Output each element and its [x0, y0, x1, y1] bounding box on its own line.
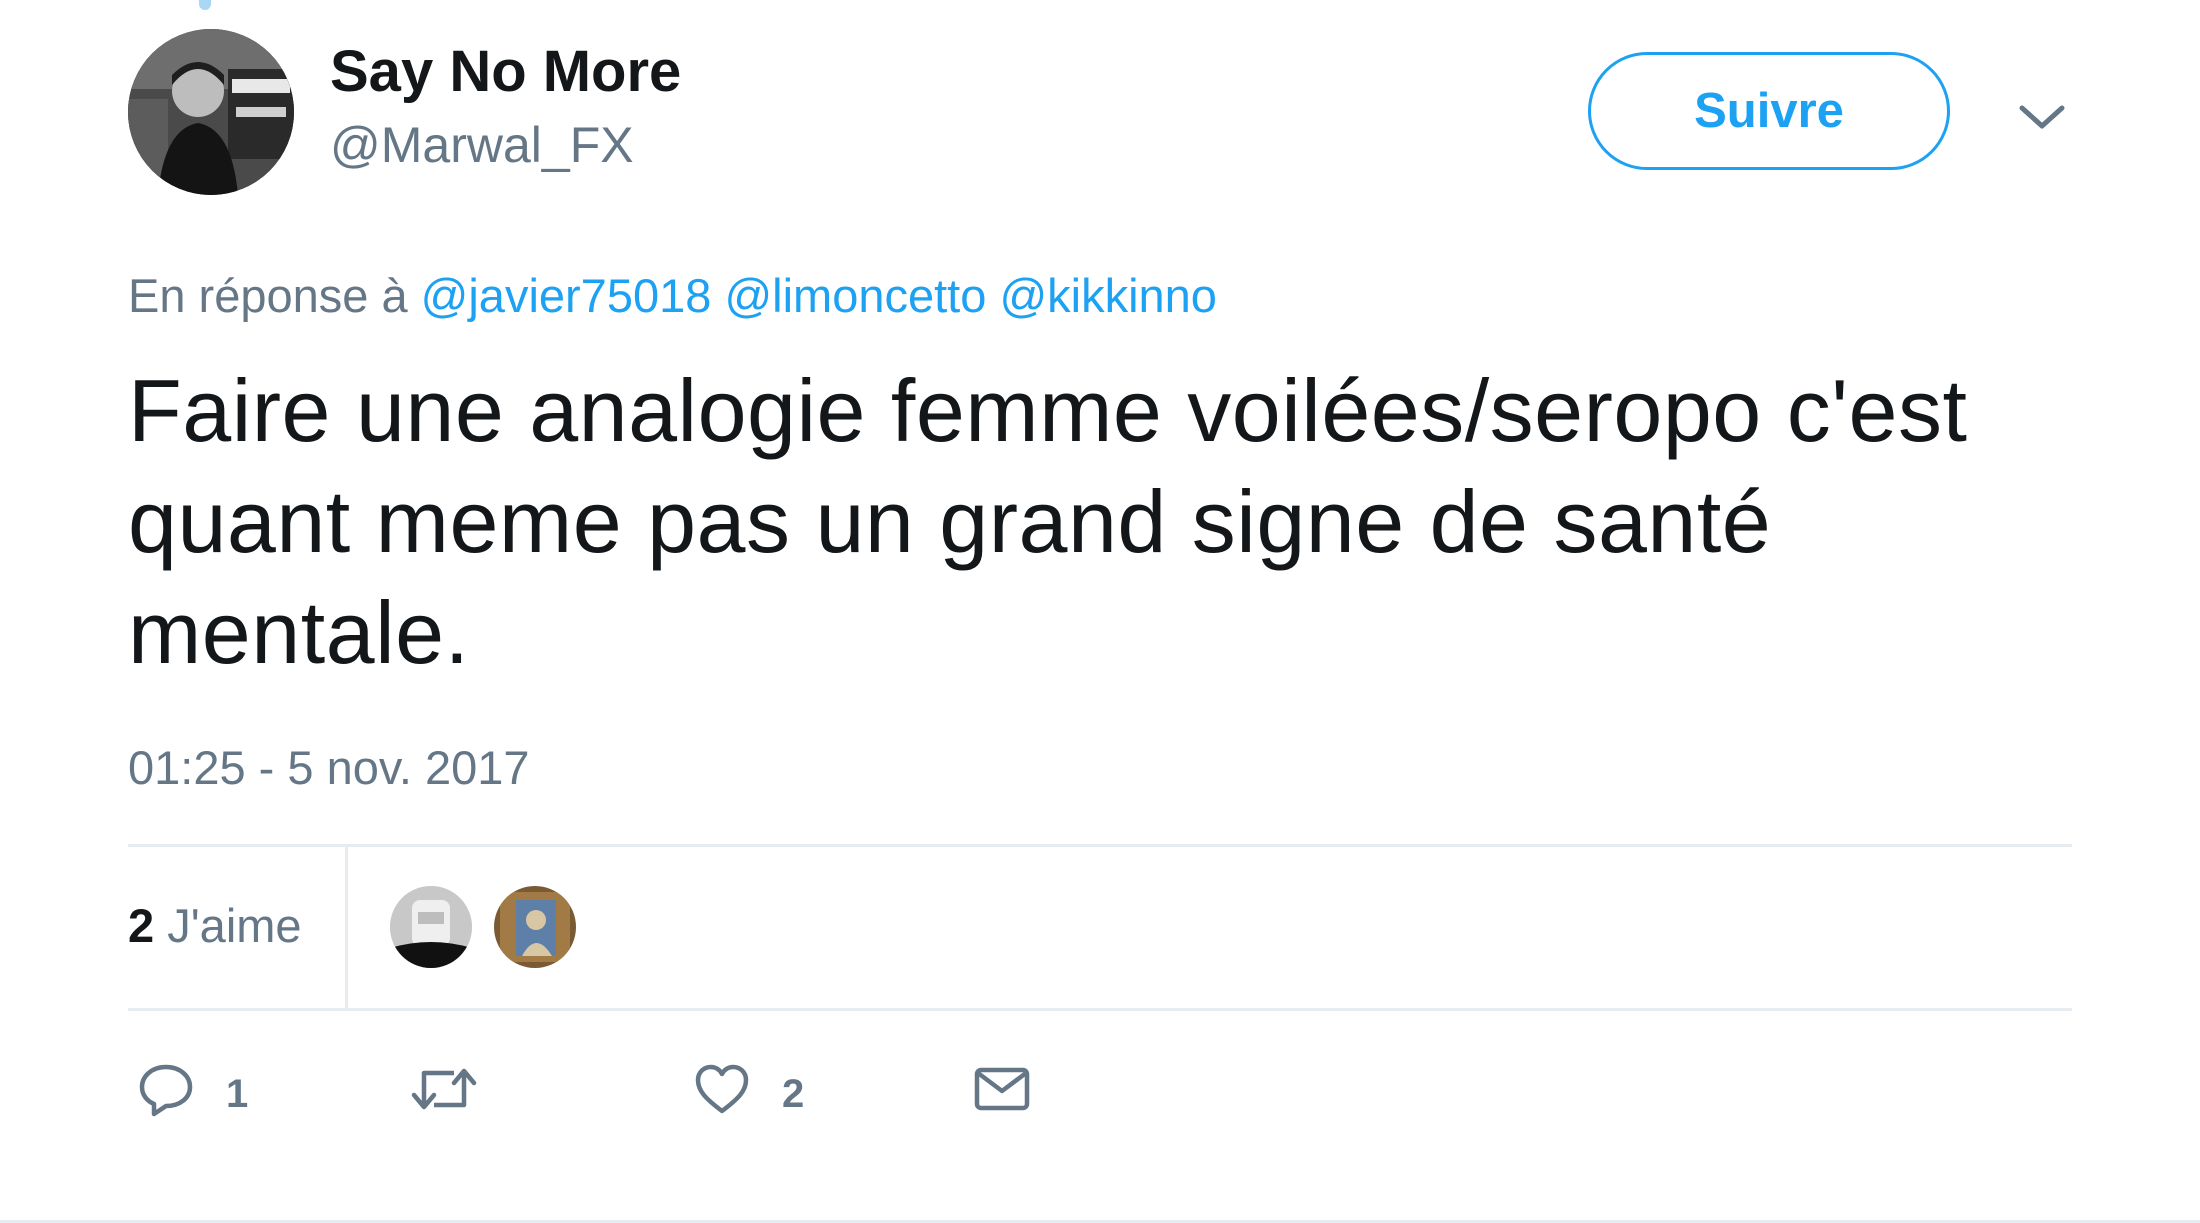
liker-avatar[interactable]	[494, 886, 576, 968]
likes-stat[interactable]: 2 J'aime	[128, 898, 302, 953]
liker-avatar-photo	[494, 886, 576, 968]
follow-button[interactable]: Suivre	[1588, 52, 1950, 170]
envelope-icon	[972, 1059, 1032, 1119]
divider	[128, 844, 2072, 847]
reply-icon	[136, 1059, 196, 1119]
likes-count: 2	[128, 899, 155, 952]
liker-avatar-photo	[390, 886, 472, 968]
mention-link[interactable]: @kikkinno	[999, 269, 1217, 322]
likes-label: J'aime	[167, 899, 302, 952]
reply-context-prefix: En réponse à	[128, 269, 408, 322]
like-count: 2	[782, 1071, 805, 1116]
chevron-down-icon[interactable]	[2014, 88, 2070, 144]
like-button[interactable]: 2	[692, 1054, 804, 1124]
divider	[128, 1008, 2072, 1011]
thread-connector	[199, 0, 211, 10]
tweet-text: Faire une analogie femme voilées/seropo …	[128, 361, 1968, 682]
reply-context: En réponse à @javier75018 @limoncetto @k…	[128, 268, 1217, 323]
author-display-name[interactable]: Say No More	[330, 38, 681, 105]
heart-icon	[692, 1059, 752, 1119]
mention-link[interactable]: @javier75018	[421, 269, 712, 322]
mention-link[interactable]: @limoncetto	[724, 269, 986, 322]
reply-button[interactable]: 1	[136, 1054, 248, 1124]
author-handle[interactable]: @Marwal_FX	[330, 116, 634, 174]
author-avatar[interactable]	[128, 29, 294, 195]
stats-divider	[345, 846, 348, 1008]
reply-count: 1	[226, 1071, 249, 1116]
avatar-photo	[128, 29, 294, 195]
direct-message-button[interactable]	[972, 1054, 1032, 1124]
liker-avatar[interactable]	[390, 886, 472, 968]
retweet-button[interactable]	[410, 1054, 508, 1124]
retweet-icon	[410, 1059, 478, 1119]
tweet-card: Say No More @Marwal_FX Suivre En réponse…	[0, 0, 2200, 1223]
tweet-timestamp[interactable]: 01:25 - 5 nov. 2017	[128, 740, 530, 795]
